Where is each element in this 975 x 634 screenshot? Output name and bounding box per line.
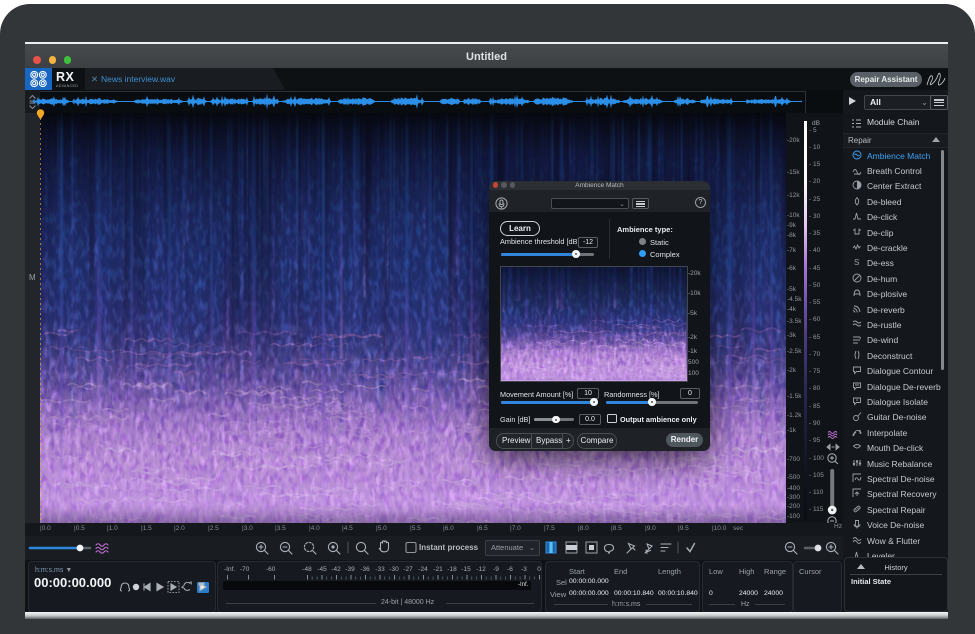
svg-text:S: S xyxy=(854,258,859,267)
